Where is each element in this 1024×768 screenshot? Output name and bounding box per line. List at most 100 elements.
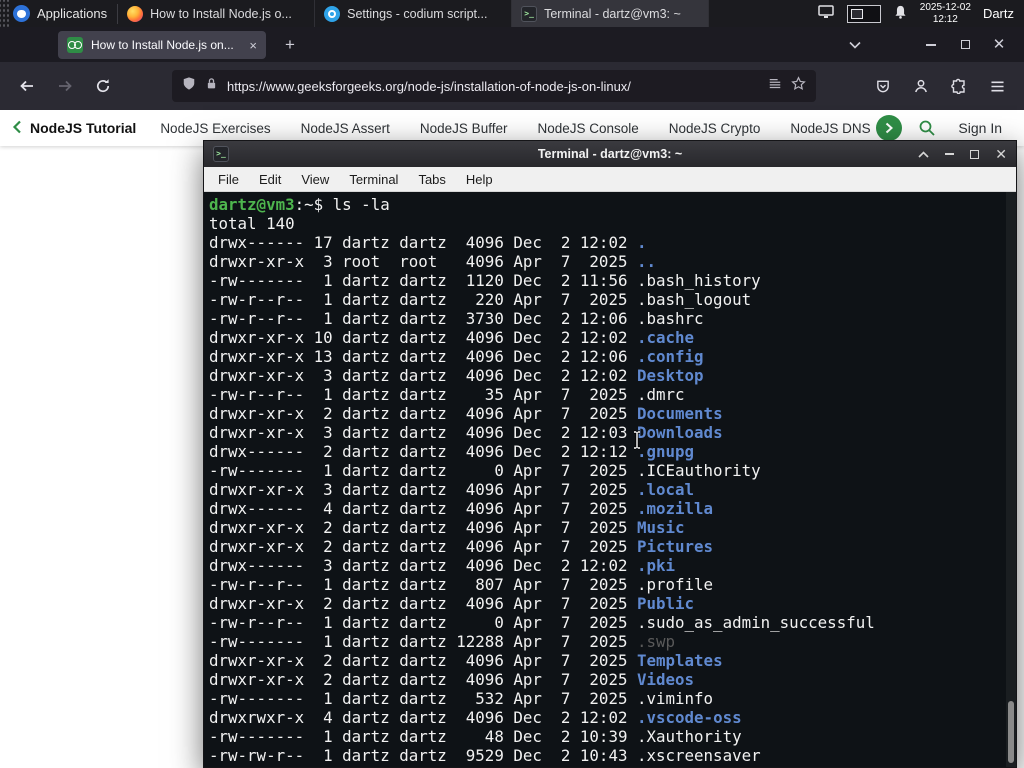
forward-button[interactable] <box>48 70 82 102</box>
browser-tab-bar: How to Install Node.js on... × + ✕ <box>0 27 1024 62</box>
taskbar-button[interactable]: How to Install Node.js o... <box>118 0 316 27</box>
terminal-scrollbar[interactable] <box>1006 192 1016 767</box>
site-nav-link[interactable]: NodeJS Console <box>537 121 638 136</box>
terminal-line: drwx------ 4 dartz dartz 4096 Apr 7 2025… <box>209 499 714 518</box>
account-icon[interactable] <box>904 70 938 102</box>
pocket-icon[interactable] <box>866 70 900 102</box>
maximize-window-button[interactable] <box>948 27 982 62</box>
terminal-menu-item[interactable]: View <box>291 169 339 190</box>
shade-window-icon[interactable] <box>918 145 929 163</box>
browser-toolbar: https://www.geeksforgeeks.org/node-js/in… <box>0 62 1024 110</box>
terminal-line: drwxr-xr-x 2 dartz dartz 4096 Apr 7 2025… <box>209 537 714 556</box>
reload-button[interactable] <box>86 70 120 102</box>
terminal-line: drwx------ 3 dartz dartz 4096 Dec 2 12:0… <box>209 556 676 575</box>
taskbar: How to Install Node.js o... Settings - co… <box>118 0 710 27</box>
applications-menu[interactable]: Applications <box>9 0 117 27</box>
terminal-line: drwxr-xr-x 2 dartz dartz 4096 Apr 7 2025… <box>209 651 723 670</box>
panel-clock[interactable]: 2025-12-02 12:12 <box>920 2 971 25</box>
terminal-window-controls: ✕ <box>918 145 1007 163</box>
bookmark-star-icon[interactable] <box>791 76 806 96</box>
site-nav-link[interactable]: NodeJS DNS <box>790 121 870 136</box>
workspace-window <box>850 8 863 19</box>
tab-close-icon[interactable]: × <box>249 39 257 52</box>
terminal-line: -rw------- 1 dartz dartz 0 Apr 7 2025 .I… <box>209 461 761 480</box>
terminal-menu-item[interactable]: Edit <box>249 169 291 190</box>
close-window-button[interactable]: ✕ <box>982 27 1016 62</box>
panel-grip[interactable] <box>0 0 9 27</box>
terminal-line: -rw------- 1 dartz dartz 532 Apr 7 2025 … <box>209 689 714 708</box>
toolbar-right-icons <box>866 70 1014 102</box>
terminal-output[interactable]: dartz@vm3:~$ ls -la total 140 drwx------ 1… <box>204 192 1016 767</box>
nav-scroll-right-icon[interactable] <box>876 115 903 141</box>
notification-bell-icon[interactable] <box>893 4 908 23</box>
terminal-line: -rw-r--r-- 1 dartz dartz 220 Apr 7 2025 … <box>209 290 752 309</box>
back-button[interactable] <box>10 70 44 102</box>
terminal-title: Terminal - dartz@vm3: ~ <box>537 147 683 161</box>
nav-scroll-left-icon[interactable] <box>12 120 22 137</box>
taskbar-button-label: Settings - codium script... <box>347 6 488 21</box>
terminal-menu-item[interactable]: Help <box>456 169 503 190</box>
terminal-titlebar[interactable]: Terminal - dartz@vm3: ~ ✕ <box>204 141 1016 167</box>
terminal-menu-item[interactable]: Terminal <box>339 169 408 190</box>
terminal-line: drwxrwxr-x 4 dartz dartz 4096 Dec 2 12:0… <box>209 708 742 727</box>
terminal-line: drwxr-xr-x 3 dartz dartz 4096 Apr 7 2025… <box>209 480 695 499</box>
terminal-maximize-icon[interactable] <box>970 149 980 159</box>
firefox-icon <box>127 5 144 22</box>
tracking-shield-icon[interactable] <box>182 76 196 96</box>
minimize-window-button[interactable] <box>914 27 948 62</box>
menu-hamburger-icon[interactable] <box>980 70 1014 102</box>
terminal-minimize-icon[interactable] <box>945 153 955 155</box>
terminal-line: drwxr-xr-x 3 dartz dartz 4096 Dec 2 12:0… <box>209 366 704 385</box>
terminal-lines: dartz@vm3:~$ ls -la total 140 drwx------ 1… <box>204 192 1016 765</box>
applications-label: Applications <box>37 6 108 21</box>
site-nav-link[interactable]: NodeJS Assert <box>301 121 390 136</box>
system-tray: 2025-12-02 12:12 Dartz <box>817 0 1024 27</box>
terminal-line: -rw-r--r-- 1 dartz dartz 0 Apr 7 2025 .s… <box>209 613 875 632</box>
display-tray-icon[interactable] <box>817 4 835 23</box>
list-tabs-chevron-icon[interactable] <box>838 27 872 62</box>
terminal-line: drwxr-xr-x 2 dartz dartz 4096 Apr 7 2025… <box>209 594 695 613</box>
clock-date: 2025-12-02 <box>919 2 971 13</box>
terminal-menu-item[interactable]: File <box>208 169 249 190</box>
geeksforgeeks-favicon <box>67 37 83 53</box>
workspace-switcher[interactable] <box>846 4 881 23</box>
terminal-line: -rw-r--r-- 1 dartz dartz 3730 Dec 2 12:0… <box>209 309 704 328</box>
terminal-line: drwxr-xr-x 13 dartz dartz 4096 Dec 2 12:… <box>209 347 704 366</box>
site-search-icon[interactable] <box>918 119 936 137</box>
site-nav-link[interactable]: NodeJS Buffer <box>420 121 508 136</box>
site-nav-link[interactable]: NodeJS Crypto <box>669 121 761 136</box>
terminal-line: drwxr-xr-x 3 root root 4096 Apr 7 2025 .… <box>209 252 657 271</box>
taskbar-button-label: Terminal - dartz@vm3: ~ <box>544 6 681 21</box>
url-bar[interactable]: https://www.geeksforgeeks.org/node-js/in… <box>172 70 816 102</box>
terminal-line: -rw------- 1 dartz dartz 1120 Dec 2 11:5… <box>209 271 761 290</box>
terminal-line: -rw-rw-r-- 1 dartz dartz 9529 Dec 2 10:4… <box>209 746 761 765</box>
new-tab-button[interactable]: + <box>278 33 302 57</box>
taskbar-button[interactable]: Terminal - dartz@vm3: ~ <box>512 0 710 27</box>
terminal-line: drwx------ 17 dartz dartz 4096 Dec 2 12:… <box>209 233 647 252</box>
taskbar-button-label: How to Install Node.js o... <box>150 6 292 21</box>
distro-logo-icon <box>13 5 30 22</box>
terminal-line: drwxr-xr-x 2 dartz dartz 4096 Apr 7 2025… <box>209 518 685 537</box>
terminal-scrollbar-thumb[interactable] <box>1008 701 1014 763</box>
browser-tab[interactable]: How to Install Node.js on... × <box>58 31 266 59</box>
lock-icon[interactable] <box>205 76 218 96</box>
terminal-icon <box>521 5 538 22</box>
user-menu[interactable]: Dartz <box>983 6 1016 21</box>
terminal-line: -rw------- 1 dartz dartz 48 Dec 2 10:39 … <box>209 727 742 746</box>
terminal-menubar: File Edit View Terminal Tabs Help <box>204 167 1016 192</box>
terminal-line: -rw-r--r-- 1 dartz dartz 35 Apr 7 2025 .… <box>209 385 685 404</box>
extensions-puzzle-icon[interactable] <box>942 70 976 102</box>
reader-view-icon[interactable] <box>768 77 782 96</box>
site-nav-links: NodeJS Exercises NodeJS Assert NodeJS Buff… <box>160 121 872 136</box>
terminal-line: drwxr-xr-x 2 dartz dartz 4096 Apr 7 2025… <box>209 670 695 689</box>
terminal-close-icon[interactable]: ✕ <box>995 147 1007 161</box>
terminal-window: Terminal - dartz@vm3: ~ ✕ FileEditViewTe… <box>203 140 1017 768</box>
url-text[interactable]: https://www.geeksforgeeks.org/node-js/in… <box>227 79 759 94</box>
site-nav-brand[interactable]: NodeJS Tutorial <box>30 120 136 136</box>
terminal-line: dartz@vm3:~$ ls -la <box>209 195 390 214</box>
site-nav-link[interactable]: NodeJS Exercises <box>160 121 270 136</box>
terminal-menu-item[interactable]: Tabs <box>408 169 455 190</box>
taskbar-button[interactable]: Settings - codium script... <box>315 0 513 27</box>
codium-icon <box>324 5 341 22</box>
sign-in-button[interactable]: Sign In <box>958 120 1002 136</box>
